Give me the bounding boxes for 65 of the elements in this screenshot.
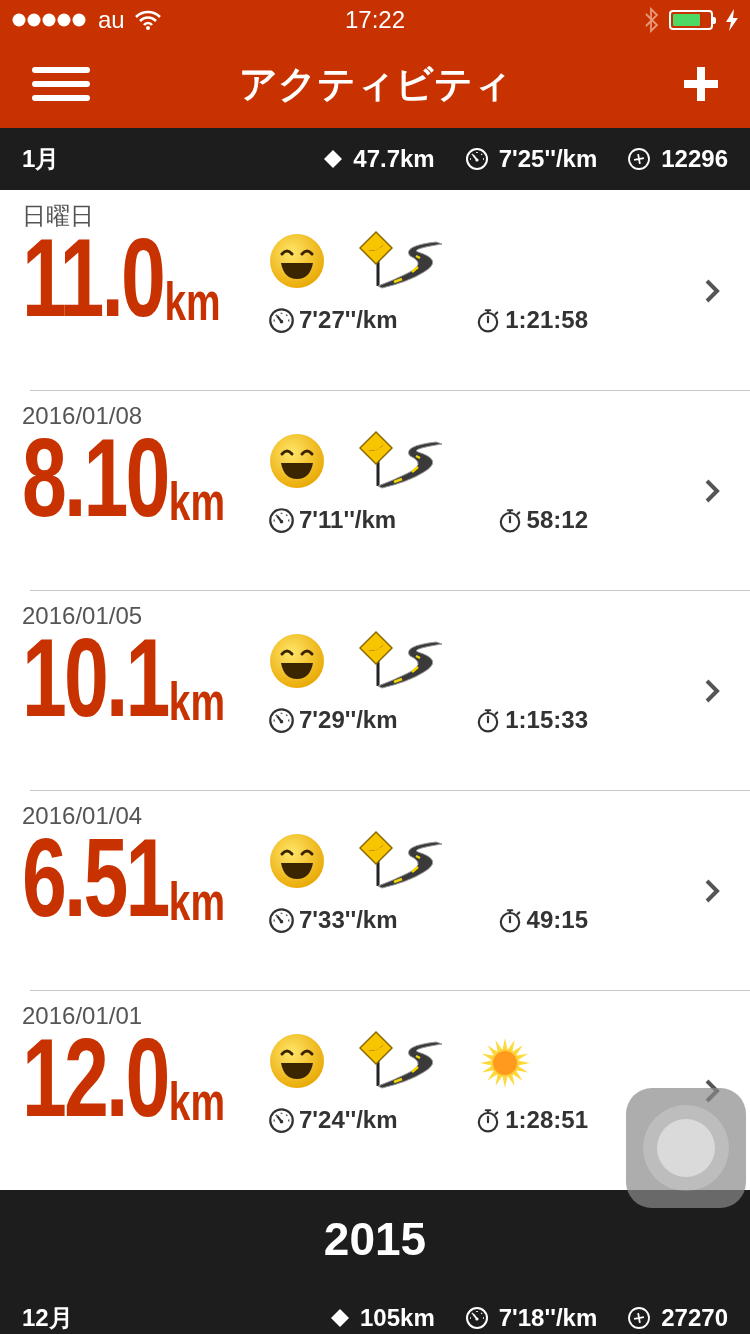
plus-circle-icon <box>627 1306 652 1330</box>
distance-value: 6.51 <box>22 830 168 926</box>
pace-value: 7'24''/km <box>299 1105 398 1135</box>
duration-value: 49:15 <box>526 905 588 935</box>
smiley-icon <box>268 832 326 890</box>
distance-unit: km <box>168 876 226 926</box>
distance-value: 11.0 <box>22 230 163 326</box>
smiley-icon <box>268 1032 326 1090</box>
page-title: アクティビティ <box>238 61 512 107</box>
wifi-icon <box>134 10 161 30</box>
bluetooth-icon <box>645 7 659 33</box>
activity-date: 2016/01/08 <box>22 402 144 430</box>
distance-value: 8.10 <box>22 430 168 526</box>
chevron-icon <box>704 278 720 304</box>
month-label: 1月 <box>22 144 60 174</box>
speedometer-icon <box>464 1306 489 1330</box>
duration-value: 1:21:58 <box>505 305 588 335</box>
total-distance: 105km <box>360 1303 435 1333</box>
chevron-icon <box>704 678 720 704</box>
average-pace: 7'18''/km <box>498 1303 598 1333</box>
add-button[interactable] <box>684 67 718 101</box>
activity-date: 2016/01/01 <box>22 1002 144 1030</box>
speedometer-icon <box>268 1106 295 1134</box>
smiley-icon <box>268 432 326 490</box>
speedometer-icon <box>464 147 489 171</box>
diamond-icon <box>323 149 344 169</box>
distance-unit: km <box>164 276 221 326</box>
diamond-icon <box>330 1308 350 1328</box>
speedometer-icon <box>268 306 295 334</box>
duration-value: 1:15:33 <box>505 705 588 735</box>
year-label: 2015 <box>323 1211 427 1267</box>
distance-value: 10.1 <box>22 630 168 726</box>
month-label: 12月 <box>22 1303 73 1333</box>
clock: 17:22 <box>344 5 406 35</box>
pace-value: 7'27''/km <box>299 305 398 335</box>
assistive-touch-button[interactable] <box>626 1088 746 1208</box>
pace-value: 7'33''/km <box>299 905 398 935</box>
chevron-icon <box>704 878 720 904</box>
carrier-name: au <box>98 5 125 35</box>
speedometer-icon <box>268 506 295 534</box>
duration-value: 1:28:51 <box>505 1105 588 1135</box>
distance-unit: km <box>168 676 226 726</box>
pace-value: 7'29''/km <box>299 705 398 735</box>
chevron-icon <box>704 478 720 504</box>
distance-value: 12.0 <box>22 1030 168 1126</box>
charging-icon <box>726 9 738 31</box>
battery-icon <box>669 10 716 30</box>
activity-date: 日曜日 <box>22 202 95 230</box>
activity-date: 2016/01/05 <box>22 602 144 630</box>
smiley-icon <box>268 632 326 690</box>
distance-unit: km <box>168 1076 226 1126</box>
speedometer-icon <box>268 906 295 934</box>
plus-circle-icon <box>627 147 652 171</box>
fuel-total: 12296 <box>661 144 728 174</box>
menu-button[interactable] <box>32 67 90 101</box>
signal-icon <box>12 13 88 27</box>
fuel-total: 27270 <box>661 1303 728 1333</box>
total-distance: 47.7km <box>353 144 435 174</box>
average-pace: 7'25''/km <box>498 144 598 174</box>
activity-date: 2016/01/04 <box>22 802 144 830</box>
smiley-icon <box>268 232 326 290</box>
duration-value: 58:12 <box>526 505 588 535</box>
distance-unit: km <box>168 476 226 526</box>
pace-value: 7'11''/km <box>299 505 397 535</box>
speedometer-icon <box>268 706 295 734</box>
